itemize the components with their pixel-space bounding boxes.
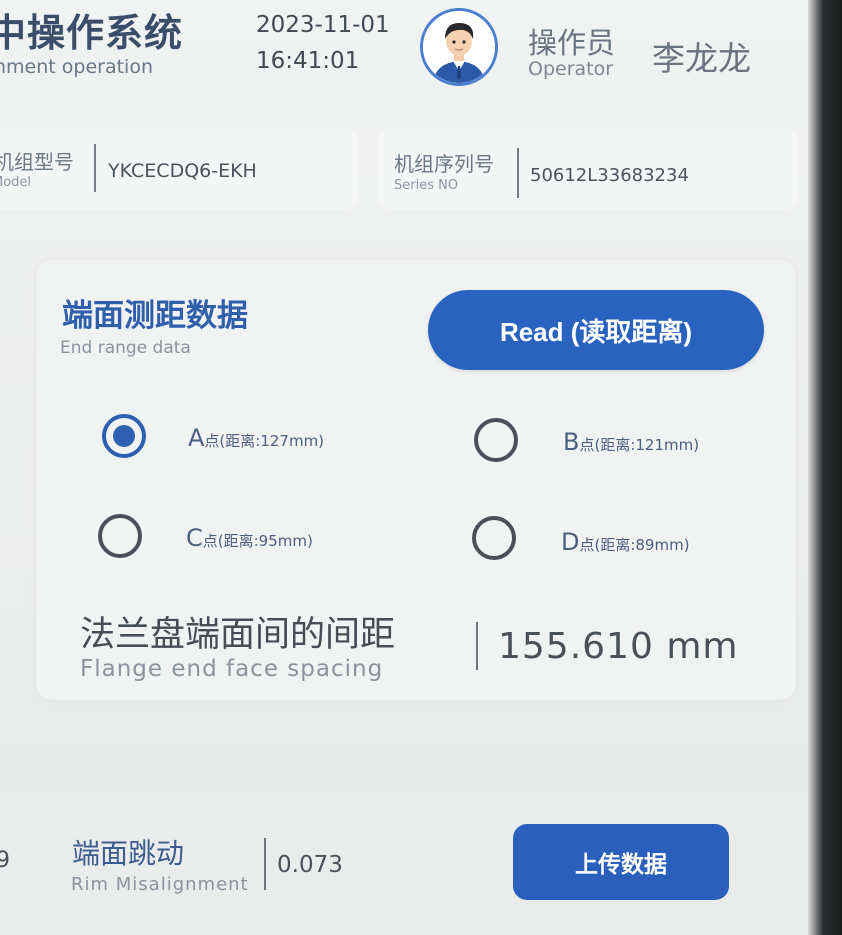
point-c-letter: C: [186, 524, 203, 552]
end-range-title: 端面测距数据: [62, 298, 248, 334]
point-d-label[interactable]: D点(距离:89mm): [561, 528, 690, 556]
serial-divider: [517, 148, 519, 198]
model-value: YKCECDQ6-EKH: [108, 160, 257, 182]
rim-divider: [264, 838, 266, 890]
point-a-distance: 点(距离:127mm): [204, 432, 325, 450]
operator-label-en: Operator: [528, 58, 614, 80]
point-c-distance: 点(距离:95mm): [202, 532, 313, 550]
point-d-radio[interactable]: [472, 516, 516, 560]
rim-misalignment-subtitle: Rim Misalignment: [71, 874, 249, 895]
operator-name: 李龙龙: [652, 39, 751, 78]
app-title: 中操作系统: [0, 11, 184, 55]
partial-value: 9: [0, 848, 10, 873]
point-c-label[interactable]: C点(距离:95mm): [186, 524, 313, 552]
point-b-radio[interactable]: [474, 418, 518, 462]
point-a-radio[interactable]: [102, 414, 146, 458]
user-avatar-icon: [423, 11, 495, 83]
device-bezel: [808, 0, 842, 935]
point-d-distance: 点(距离:89mm): [579, 536, 690, 554]
end-range-subtitle: End range data: [60, 338, 191, 358]
flange-spacing-subtitle: Flange end face spacing: [80, 656, 384, 682]
rim-misalignment-title: 端面跳动: [72, 837, 185, 870]
point-d-letter: D: [561, 528, 580, 556]
date-display: 2023-11-01: [256, 12, 390, 38]
point-b-distance: 点(距离:121mm): [579, 436, 700, 454]
time-display: 16:41:01: [256, 48, 360, 74]
point-a-letter: A: [188, 424, 205, 452]
rim-misalignment-value: 0.073: [277, 852, 343, 878]
flange-spacing-value: 155.610 mm: [498, 626, 739, 667]
point-b-label[interactable]: B点(距离:121mm): [563, 428, 699, 456]
model-label-en: Model: [0, 175, 32, 190]
serial-value: 50612L33683234: [530, 165, 689, 186]
model-divider: [94, 144, 96, 192]
app-subtitle: nment operation: [0, 56, 153, 78]
read-distance-button[interactable]: Read (读取距离): [428, 290, 764, 370]
flange-spacing-title: 法兰盘端面间的间距: [80, 615, 396, 655]
app-screen: 中操作系统 nment operation 2023-11-01 16:41:0…: [0, 0, 808, 935]
point-c-radio[interactable]: [98, 514, 142, 558]
model-label: 机组型号: [0, 150, 74, 174]
upload-data-button[interactable]: 上传数据: [513, 824, 729, 900]
flange-divider: [476, 622, 478, 670]
serial-label-en: Series NO: [394, 178, 459, 193]
point-b-letter: B: [563, 428, 580, 456]
operator-avatar[interactable]: [420, 8, 498, 86]
operator-label: 操作员: [528, 26, 616, 60]
point-a-label[interactable]: A点(距离:127mm): [188, 424, 324, 452]
serial-label: 机组序列号: [394, 152, 494, 176]
